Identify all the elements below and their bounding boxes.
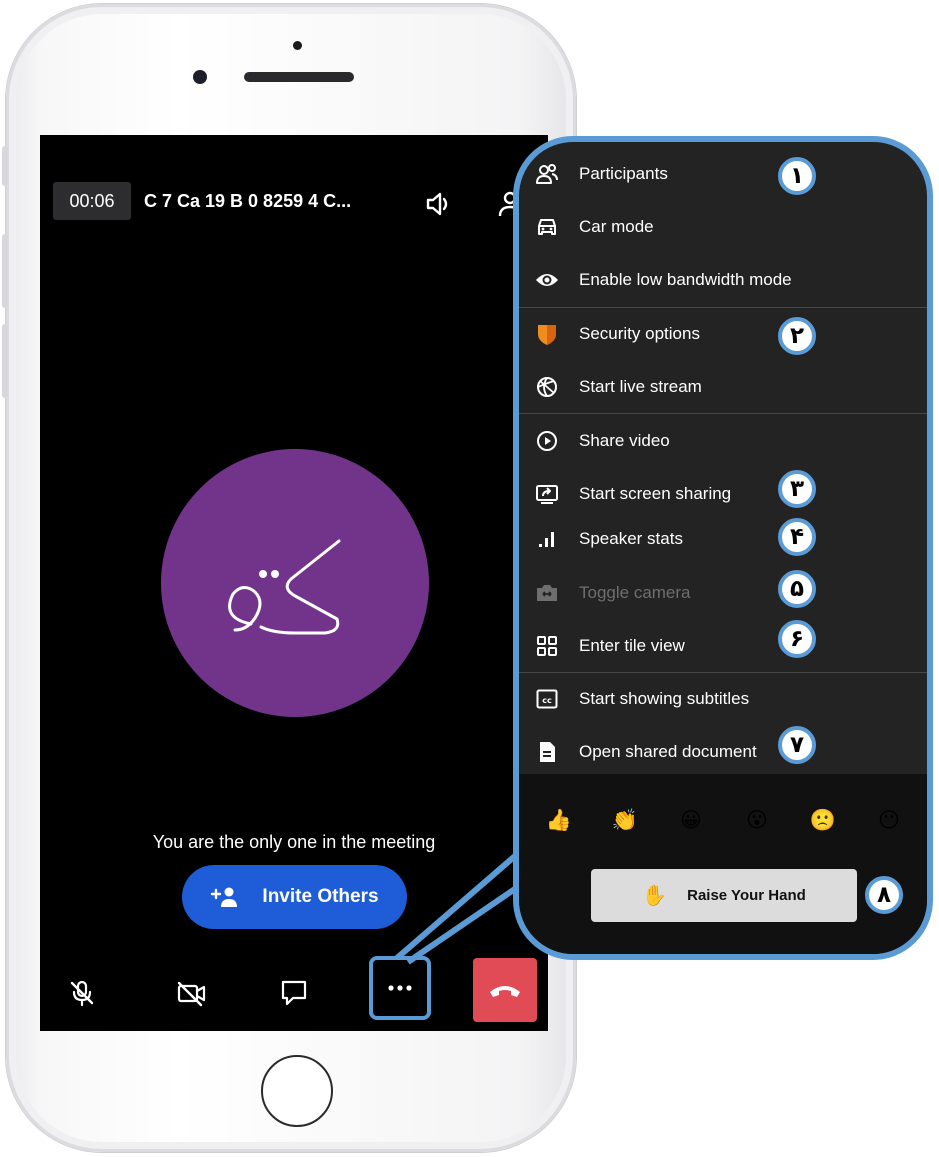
reactions-panel: 👍 👏 😀 😮 🙁 😶 ✋ Raise Your Hand [519,774,927,954]
menu-divider [519,672,927,673]
live-stream-icon [535,375,559,399]
menu-item-label: Start live stream [579,377,702,396]
earpiece-speaker [244,72,354,82]
menu-item-label: Share video [579,431,670,450]
reaction-laugh[interactable]: 😀 [677,807,705,835]
menu-item-label: Toggle camera [579,583,691,602]
menu-item-participants[interactable]: Participants [519,152,927,196]
menu-item-car-mode[interactable]: Car mode [519,205,927,249]
raise-hand-icon: ✋ [642,885,668,907]
menu-item-label: Speaker stats [579,529,683,548]
stats-icon [535,527,559,551]
home-button[interactable] [261,1055,333,1127]
mute-switch [2,146,8,186]
menu-divider [519,413,927,414]
menu-item-label: Start screen sharing [579,484,732,503]
menu-item-shared-document[interactable]: Open shared document [519,730,927,774]
annotation-badge-2: ٢ [778,317,816,355]
hangup-icon [490,986,520,997]
avatar-initials-glyph [228,539,341,635]
subtitles-icon: cc [535,687,559,711]
mic-muted-icon [70,980,94,1007]
front-camera [193,70,207,84]
reaction-clap[interactable]: 👏 [611,807,639,835]
menu-item-toggle-camera: Toggle camera [519,571,927,615]
add-person-icon [211,887,238,907]
screen-share-icon [535,482,559,506]
reaction-surprised[interactable]: 😮 [743,807,771,835]
invite-others-label: Invite Others [262,886,379,907]
annotation-badge-4: ۴ [778,518,816,556]
reaction-silence[interactable]: 😶 [875,807,903,835]
annotation-badge-1: ١ [778,157,816,195]
document-icon [535,740,559,764]
chat-button[interactable] [274,973,314,1013]
shield-icon [535,322,559,346]
menu-item-screen-sharing[interactable]: Start screen sharing [519,472,927,516]
eye-icon [535,268,559,292]
annotation-badge-6: ۶ [778,620,816,658]
raise-hand-button[interactable]: ✋ Raise Your Hand [591,869,857,922]
avatar [161,449,429,717]
menu-item-speaker-stats[interactable]: Speaker stats [519,517,927,561]
speaker-icon[interactable] [424,189,454,219]
overflow-menu: Participants Car mode Enable low bandwid… [513,136,933,960]
menu-item-label: Enter tile view [579,636,685,655]
menu-item-security[interactable]: Security options [519,312,927,356]
camera-off-icon [177,981,206,1007]
mute-button[interactable] [62,973,102,1013]
chat-icon [281,980,307,1006]
menu-item-label: Open shared document [579,742,757,761]
meeting-timer: 00:06 [53,182,131,220]
volume-down-button [2,324,8,398]
participants-icon [535,162,559,186]
more-options-button[interactable] [369,956,431,1020]
menu-item-label: Security options [579,324,700,343]
reaction-thumbs-up[interactable]: 👍 [545,807,573,835]
room-name: C 7 Ca 19 B 0 8259 4 C... [144,191,352,211]
volume-up-button [2,234,8,308]
proximity-sensor [293,41,302,50]
menu-divider [519,307,927,308]
hangup-button[interactable] [473,958,537,1022]
play-icon [535,429,559,453]
meeting-screen: 00:06 C 7 Ca 19 B 0 8259 4 C... You are … [40,135,548,1031]
camera-toggle-button[interactable] [171,973,211,1013]
meeting-status-text: You are the only one in the meeting [152,832,436,852]
annotation-badge-7: ٧ [778,726,816,764]
annotation-badge-5: ۵ [778,570,816,608]
reaction-sad[interactable]: 🙁 [809,807,837,835]
svg-text:cc: cc [542,696,552,705]
menu-item-label: Participants [579,164,668,183]
menu-item-subtitles[interactable]: cc Start showing subtitles [519,677,927,721]
menu-item-label: Enable low bandwidth mode [579,270,792,289]
invite-others-button[interactable]: Invite Others [182,865,407,929]
menu-item-low-bandwidth[interactable]: Enable low bandwidth mode [519,258,927,302]
car-icon [535,215,559,239]
menu-item-label: Car mode [579,217,654,236]
annotation-badge-3: ٣ [778,470,816,508]
more-icon [388,985,412,991]
camera-switch-icon [535,581,559,605]
menu-item-live-stream[interactable]: Start live stream [519,365,927,409]
tile-icon [535,634,559,658]
menu-item-label: Start showing subtitles [579,689,750,708]
raise-hand-label: Raise Your Hand [687,887,806,904]
menu-item-share-video[interactable]: Share video [519,419,927,463]
menu-item-tile-view[interactable]: Enter tile view [519,624,927,668]
annotation-badge-8: ٨ [865,876,903,914]
